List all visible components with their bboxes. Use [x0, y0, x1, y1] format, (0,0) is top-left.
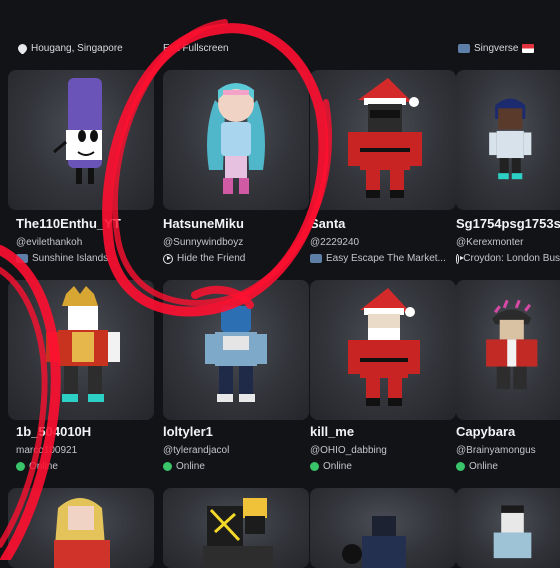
friend-username: @Kerexmonter [456, 237, 524, 248]
friend-status-row: Online [456, 461, 560, 472]
friend-avatar-tile[interactable] [456, 488, 560, 568]
play-circle-icon [163, 253, 173, 264]
game-thumbnail-icon [458, 44, 470, 53]
exit-fullscreen-row[interactable]: Exit Fullscreen [163, 43, 303, 54]
friend-display-name[interactable]: 1b_504010H [16, 424, 156, 439]
friend-avatar-tile[interactable] [456, 70, 560, 210]
avatar-suit [489, 98, 532, 180]
friend-status-row: Online [310, 461, 450, 472]
online-dot-icon [16, 462, 25, 471]
friend-display-name[interactable]: HatsuneMiku [163, 216, 303, 231]
avatar-teal [493, 505, 532, 559]
friend-username: @Brainyamongus [456, 445, 536, 456]
avatar-marker-character [53, 78, 102, 184]
online-dot-icon [163, 462, 172, 471]
friend-username: marco100921 [16, 445, 78, 456]
location-label: Hougang, Singapore [31, 43, 123, 54]
avatar-gold-crown [46, 286, 120, 402]
friend-display-name[interactable]: Sg1754psg1753s [456, 216, 560, 231]
status-text: Online [323, 461, 352, 472]
avatar-miku [207, 83, 265, 194]
status-text: Online [469, 461, 498, 472]
friend-status-row: Online [163, 461, 303, 472]
friend-display-name[interactable]: Capybara [456, 424, 560, 439]
experience-row: Singverse [458, 43, 560, 54]
friend-avatar-tile[interactable] [310, 488, 456, 568]
status-text: Online [29, 461, 58, 472]
status-text: Sunshine Islands [32, 253, 109, 264]
status-text: Online [176, 461, 205, 472]
friend-status-row[interactable]: Sunshine Islands [16, 253, 156, 264]
friend-status-row[interactable]: Croydon: London Bus [456, 253, 560, 264]
avatar-santa [348, 78, 422, 198]
online-dot-icon [310, 462, 319, 471]
friend-avatar-tile[interactable] [163, 280, 309, 420]
friend-avatar-tile[interactable] [163, 70, 309, 210]
friend-avatar-tile[interactable] [310, 70, 456, 210]
exit-fullscreen-label[interactable]: Exit Fullscreen [163, 43, 229, 54]
friend-display-name[interactable]: The110Enthu_YT [16, 216, 156, 231]
friend-username: @evilethankoh [16, 237, 83, 248]
status-text: Easy Escape The Market... [326, 253, 446, 264]
online-dot-icon [456, 462, 465, 471]
friend-display-name[interactable]: loltyler1 [163, 424, 303, 439]
friend-status-row: Online [16, 461, 156, 472]
display-name-suffix: YT [104, 216, 121, 231]
friend-status-row[interactable]: Easy Escape The Market... [310, 253, 450, 264]
display-name-text: The110Enthu [16, 216, 97, 231]
avatar-neon [203, 498, 273, 568]
game-thumbnail-icon [310, 254, 322, 263]
avatar-hoodie [205, 306, 267, 402]
friend-status-row[interactable]: Hide the Friend [163, 253, 303, 264]
friend-display-name[interactable]: Santa [310, 216, 450, 231]
singapore-flag-icon [522, 44, 535, 53]
friend-username: @2229240 [310, 237, 360, 248]
avatar-blonde [54, 498, 110, 568]
play-circle-icon [456, 253, 465, 264]
experience-label: Singverse [474, 43, 519, 54]
friend-avatar-tile[interactable] [8, 70, 154, 210]
friend-username: @tylerandjacol [163, 445, 230, 456]
friend-avatar-tile[interactable] [8, 488, 154, 568]
avatar-santa-2 [348, 288, 420, 406]
location-row: Hougang, Singapore [18, 43, 158, 54]
friend-display-name[interactable]: kill_me [310, 424, 450, 439]
location-pin-icon [18, 43, 29, 54]
avatar-navy [342, 516, 406, 568]
friend-avatar-tile[interactable] [8, 280, 154, 420]
friend-avatar-tile[interactable] [163, 488, 309, 568]
status-text: Hide the Friend [177, 253, 246, 264]
game-thumbnail-icon [16, 254, 28, 263]
friend-avatar-tile[interactable] [310, 280, 456, 420]
avatar-capybara [486, 299, 538, 390]
friend-avatar-tile[interactable] [456, 280, 560, 420]
status-text: Croydon: London Bus [463, 253, 560, 264]
friend-username: @Sunnywindboyz [163, 237, 244, 248]
friend-username: @OHIO_dabbing [310, 445, 387, 456]
